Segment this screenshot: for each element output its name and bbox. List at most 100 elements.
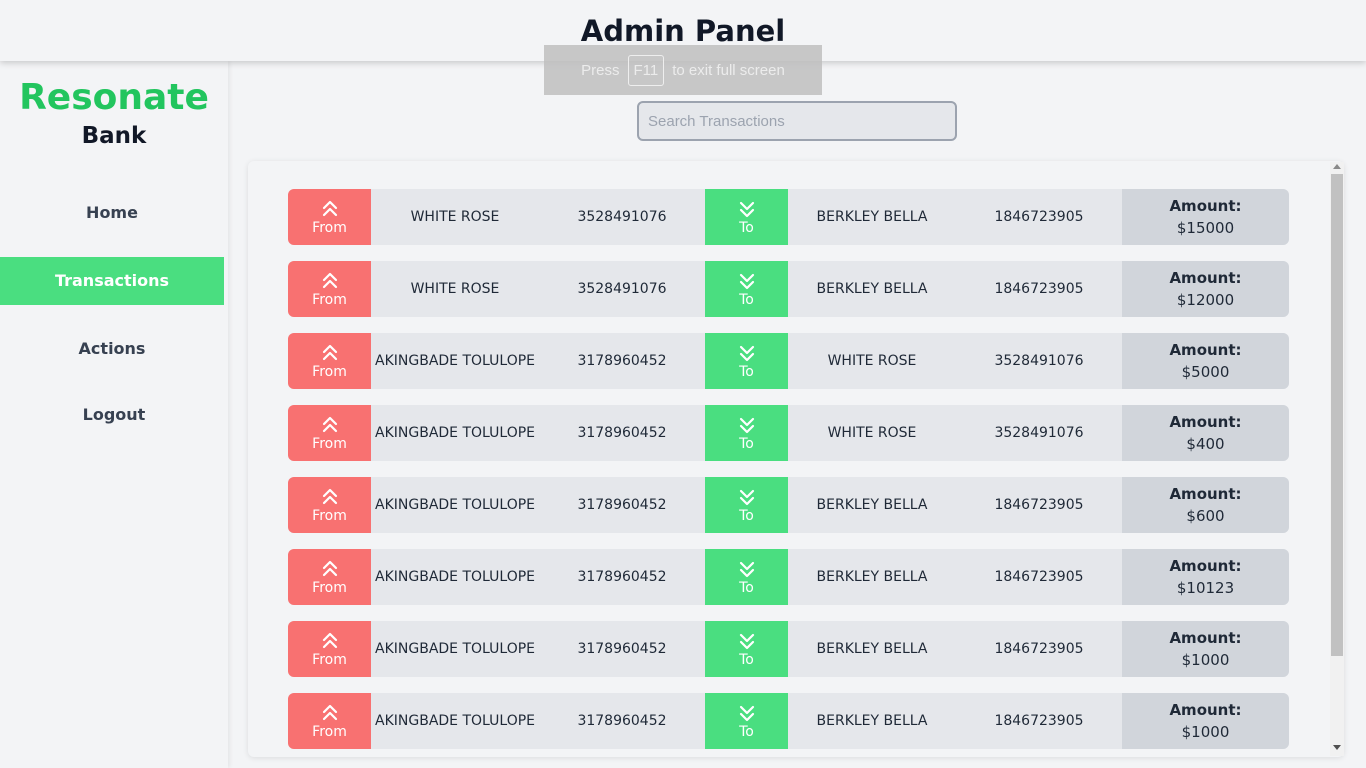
amount-label: Amount: xyxy=(1169,413,1242,431)
from-name: WHITE ROSE xyxy=(410,281,500,297)
amount-value: $12000 xyxy=(1176,291,1235,309)
amount-value: $600 xyxy=(1186,507,1225,525)
to-tag: To xyxy=(705,477,788,533)
to-account: 1846723905 xyxy=(994,641,1084,657)
to-label: To xyxy=(739,651,754,668)
nav-item-actions[interactable]: Actions xyxy=(0,325,224,373)
transaction-row: From AKINGBADE TOLULOPE 3178960452 To BERKLE… xyxy=(288,621,1289,677)
from-name: WHITE ROSE xyxy=(410,209,500,225)
to-name: WHITE ROSE xyxy=(827,425,917,441)
amount-box: Amount: $15000 xyxy=(1122,189,1289,245)
from-tag: From xyxy=(288,621,371,677)
amount-box: Amount: $10123 xyxy=(1122,549,1289,605)
chevrons-down-icon xyxy=(737,271,757,291)
scroll-up-arrow-icon[interactable] xyxy=(1333,164,1341,169)
chevrons-down-icon xyxy=(737,199,757,219)
search-input[interactable] xyxy=(637,101,957,141)
from-tag: From xyxy=(288,549,371,605)
to-account: 1846723905 xyxy=(994,281,1084,297)
from-label: From xyxy=(312,219,347,236)
chevrons-up-icon xyxy=(320,199,340,219)
from-account: 3178960452 xyxy=(577,569,667,585)
sidebar: Resonate Bank Home Transactions Actions … xyxy=(0,61,228,768)
from-label: From xyxy=(312,363,347,380)
from-tag: From xyxy=(288,405,371,461)
to-account: 1846723905 xyxy=(994,209,1084,225)
chevrons-up-icon xyxy=(320,559,340,579)
from-name: AKINGBADE TOLULOPE xyxy=(375,713,535,729)
scroll-down-arrow-icon[interactable] xyxy=(1333,745,1341,750)
to-name: BERKLEY BELLA xyxy=(816,713,928,729)
from-tag: From xyxy=(288,693,371,749)
from-label: From xyxy=(312,651,347,668)
to-label: To xyxy=(739,579,754,596)
scrollbar[interactable] xyxy=(1330,162,1344,756)
to-name: BERKLEY BELLA xyxy=(816,281,928,297)
from-label: From xyxy=(312,723,347,740)
amount-box: Amount: $1000 xyxy=(1122,621,1289,677)
amount-value: $400 xyxy=(1186,435,1225,453)
to-tag: To xyxy=(705,405,788,461)
chevrons-up-icon xyxy=(320,703,340,723)
amount-value: $5000 xyxy=(1181,363,1230,381)
f11-key-badge: F11 xyxy=(627,54,665,86)
to-account: 1846723905 xyxy=(994,569,1084,585)
from-label: From xyxy=(312,291,347,308)
to-tag: To xyxy=(705,549,788,605)
transaction-row: From WHITE ROSE 3528491076 To BERKLEY BELLA 1… xyxy=(288,189,1289,245)
amount-label: Amount: xyxy=(1169,557,1242,575)
from-account: 3178960452 xyxy=(577,713,667,729)
transaction-row: From AKINGBADE TOLULOPE 3178960452 To BERKLE… xyxy=(288,477,1289,533)
from-name: AKINGBADE TOLULOPE xyxy=(375,353,535,369)
transaction-row: From AKINGBADE TOLULOPE 3178960452 To WHITE … xyxy=(288,405,1289,461)
amount-label: Amount: xyxy=(1169,197,1242,215)
from-tag: From xyxy=(288,333,371,389)
to-account: 3528491076 xyxy=(994,425,1084,441)
amount-box: Amount: $12000 xyxy=(1122,261,1289,317)
fullscreen-notice-suffix: to exit full screen xyxy=(672,61,785,79)
from-account: 3178960452 xyxy=(577,425,667,441)
transaction-row: From WHITE ROSE 3528491076 To BERKLEY BELLA 1… xyxy=(288,261,1289,317)
amount-value: $15000 xyxy=(1176,219,1235,237)
amount-box: Amount: $1000 xyxy=(1122,693,1289,749)
from-name: AKINGBADE TOLULOPE xyxy=(375,425,535,441)
chevrons-up-icon xyxy=(320,487,340,507)
from-tag: From xyxy=(288,189,371,245)
chevrons-down-icon xyxy=(737,487,757,507)
from-account: 3178960452 xyxy=(577,497,667,513)
from-label: From xyxy=(312,435,347,452)
chevrons-down-icon xyxy=(737,631,757,651)
to-label: To xyxy=(739,219,754,236)
to-tag: To xyxy=(705,621,788,677)
brand-name: Resonate xyxy=(19,77,209,118)
amount-label: Amount: xyxy=(1169,701,1242,719)
to-name: BERKLEY BELLA xyxy=(816,569,928,585)
chevrons-down-icon xyxy=(737,559,757,579)
chevrons-up-icon xyxy=(320,631,340,651)
chevrons-down-icon xyxy=(737,415,757,435)
chevrons-up-icon xyxy=(320,415,340,435)
chevrons-down-icon xyxy=(737,343,757,363)
to-name: BERKLEY BELLA xyxy=(816,209,928,225)
to-account: 3528491076 xyxy=(994,353,1084,369)
scrollbar-thumb[interactable] xyxy=(1331,174,1343,656)
to-name: BERKLEY BELLA xyxy=(816,641,928,657)
from-account: 3528491076 xyxy=(577,209,667,225)
from-name: AKINGBADE TOLULOPE xyxy=(375,641,535,657)
nav-item-transactions[interactable]: Transactions xyxy=(0,257,224,305)
amount-label: Amount: xyxy=(1169,269,1242,287)
brand-subtitle: Bank xyxy=(81,123,147,149)
transaction-row: From AKINGBADE TOLULOPE 3178960452 To BERKLE… xyxy=(288,549,1289,605)
nav-item-logout[interactable]: Logout xyxy=(2,391,226,439)
amount-value: $1000 xyxy=(1181,723,1230,741)
amount-label: Amount: xyxy=(1169,485,1242,503)
to-label: To xyxy=(739,291,754,308)
to-tag: To xyxy=(705,189,788,245)
from-account: 3178960452 xyxy=(577,353,667,369)
amount-box: Amount: $400 xyxy=(1122,405,1289,461)
from-label: From xyxy=(312,507,347,524)
nav-item-home[interactable]: Home xyxy=(0,189,224,237)
amount-box: Amount: $600 xyxy=(1122,477,1289,533)
amount-value: $10123 xyxy=(1176,579,1235,597)
transaction-row: From AKINGBADE TOLULOPE 3178960452 To WHITE … xyxy=(288,333,1289,389)
